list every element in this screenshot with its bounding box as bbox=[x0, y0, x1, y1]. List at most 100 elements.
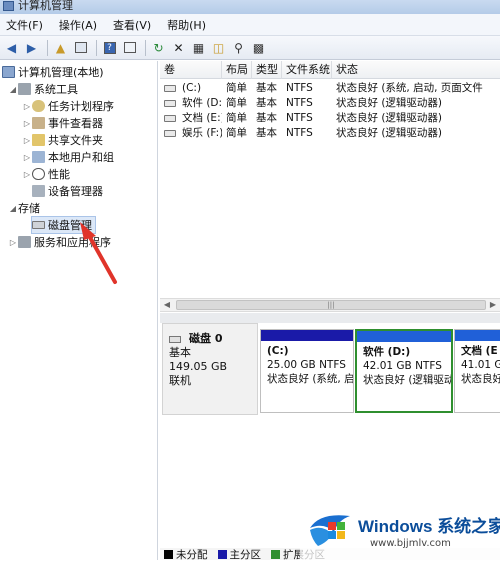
partition-size: 41.01 GB N bbox=[461, 359, 500, 371]
view-icon[interactable]: ▩ bbox=[250, 39, 267, 56]
expand-icon[interactable]: ▷ bbox=[22, 153, 32, 162]
menu-help[interactable]: 帮助(H) bbox=[167, 17, 206, 33]
delete-icon[interactable]: ✕ bbox=[170, 39, 187, 56]
horizontal-scrollbar[interactable]: ◀ ||| ▶ bbox=[160, 298, 500, 312]
toolbar: ◀ ▶ ▲ ? ↻ ✕ ▦ ◫ ⚲ ▩ bbox=[0, 36, 500, 60]
menu-view[interactable]: 查看(V) bbox=[113, 17, 151, 33]
up-folder-icon[interactable]: ▲ bbox=[52, 39, 69, 56]
scroll-left-icon[interactable]: ◀ bbox=[160, 299, 174, 311]
legend-primary: 主分区 bbox=[229, 548, 262, 561]
volume-type: 基本 bbox=[256, 112, 277, 124]
volume-filesystem: NTFS bbox=[286, 82, 313, 94]
partition-title: 软件 (D:) bbox=[363, 346, 411, 358]
legend-swatch-unallocated bbox=[164, 549, 173, 559]
volume-icon bbox=[164, 85, 176, 92]
partition-status: 状态良好 (系统, 启 bbox=[267, 373, 353, 385]
partition-title: (C:) bbox=[267, 345, 289, 357]
expand-icon[interactable]: ▷ bbox=[8, 238, 18, 247]
tree-item-root[interactable]: 计算机管理(本地) bbox=[2, 64, 104, 80]
scroll-thumb[interactable]: ||| bbox=[176, 300, 486, 310]
properties-panel-icon[interactable] bbox=[121, 39, 138, 56]
tree-item-task-scheduler[interactable]: ▷ 任务计划程序 bbox=[22, 98, 114, 114]
disk-size: 149.05 GB bbox=[169, 360, 228, 373]
window-title: 计算机管理 bbox=[18, 0, 73, 12]
computer-icon bbox=[2, 66, 15, 78]
tree-item-services[interactable]: ▷ 服务和应用程序 bbox=[8, 234, 111, 250]
computer-management-icon bbox=[3, 1, 14, 11]
tree-item-event-viewer[interactable]: ▷ 事件查看器 bbox=[22, 115, 103, 131]
column-layout[interactable]: 布局 bbox=[222, 61, 252, 79]
tree-item-device-manager[interactable]: 设备管理器 bbox=[32, 183, 103, 199]
volume-row[interactable]: (C:) 简单 基本 NTFS 状态良好 (系统, 启动, 页面文件 bbox=[160, 81, 500, 96]
legend-unallocated: 未分配 bbox=[176, 548, 208, 561]
partition-e[interactable]: 文档 (E 41.01 GB N 状态良好 bbox=[454, 329, 500, 413]
collapse-icon[interactable]: ◢ bbox=[8, 85, 18, 94]
partition-d[interactable]: 软件 (D:) 42.01 GB NTFS 状态良好 (逻辑驱动 bbox=[355, 329, 453, 413]
volume-layout: 简单 bbox=[226, 97, 247, 109]
open-icon[interactable]: ◫ bbox=[210, 39, 227, 56]
volume-list: 卷 布局 类型 文件系统 状态 (C:) 简单 基本 NTFS 状态良好 (系统… bbox=[160, 61, 500, 301]
device-manager-icon bbox=[32, 185, 45, 197]
volume-type: 基本 bbox=[256, 97, 277, 109]
partition-bar bbox=[261, 330, 353, 341]
volume-name: 娱乐 (F:) bbox=[182, 127, 222, 139]
show-tree-icon[interactable] bbox=[72, 39, 89, 56]
volume-name: 软件 (D:) bbox=[182, 97, 222, 109]
disk-0-info[interactable]: 磁盘 0 基本 149.05 GB 联机 bbox=[162, 323, 258, 415]
volume-row[interactable]: 软件 (D:) 简单 基本 NTFS 状态良好 (逻辑驱动器) bbox=[160, 96, 500, 111]
back-icon[interactable]: ◀ bbox=[3, 39, 20, 56]
toolbar-separator bbox=[145, 39, 146, 56]
volume-name: (C:) bbox=[182, 82, 202, 94]
scroll-right-icon[interactable]: ▶ bbox=[486, 299, 500, 311]
volume-icon bbox=[164, 115, 176, 122]
collapse-icon[interactable]: ◢ bbox=[8, 204, 18, 213]
tree-item-local-users[interactable]: ▷ 本地用户和组 bbox=[22, 149, 114, 165]
expand-icon[interactable]: ▷ bbox=[22, 136, 32, 145]
tree-item-shared-folders[interactable]: ▷ 共享文件夹 bbox=[22, 132, 103, 148]
tree-item-storage[interactable]: ◢ 存储 bbox=[8, 200, 40, 216]
windows-logo-icon bbox=[310, 515, 350, 546]
volume-layout: 简单 bbox=[226, 82, 247, 94]
partition-c[interactable]: (C:) 25.00 GB NTFS 状态良好 (系统, 启 bbox=[260, 329, 354, 413]
event-log-icon bbox=[32, 117, 45, 129]
volume-row[interactable]: 娱乐 (F:) 简单 基本 NTFS 状态良好 (逻辑驱动器) bbox=[160, 126, 500, 141]
partition-status: 状态良好 bbox=[461, 373, 500, 385]
watermark-brand: Windows 系统之家 bbox=[358, 517, 500, 536]
partition-status: 状态良好 (逻辑驱动 bbox=[363, 374, 451, 386]
volume-icon bbox=[164, 100, 176, 107]
disk-type: 基本 bbox=[169, 346, 191, 359]
forward-icon[interactable]: ▶ bbox=[23, 39, 40, 56]
volume-list-header: 卷 布局 类型 文件系统 状态 bbox=[160, 61, 500, 79]
toolbar-separator bbox=[96, 39, 97, 56]
disk-view-gap bbox=[160, 313, 500, 323]
partition-title: 文档 (E bbox=[461, 345, 498, 357]
volume-filesystem: NTFS bbox=[286, 97, 313, 109]
partition-size: 42.01 GB NTFS bbox=[363, 360, 442, 372]
menu-action[interactable]: 操作(A) bbox=[59, 17, 97, 33]
refresh-icon[interactable]: ↻ bbox=[150, 39, 167, 56]
volume-row[interactable]: 文档 (E:) 简单 基本 NTFS 状态良好 (逻辑驱动器) bbox=[160, 111, 500, 126]
site-watermark: Windows 系统之家 www.bjjmlv.com bbox=[300, 498, 500, 560]
column-status[interactable]: 状态 bbox=[332, 61, 500, 79]
tree-item-performance[interactable]: ▷ 性能 bbox=[22, 166, 70, 182]
expand-icon[interactable]: ▷ bbox=[22, 102, 32, 111]
shared-folder-icon bbox=[32, 134, 45, 146]
disk-status: 联机 bbox=[169, 374, 191, 387]
disk-icon bbox=[169, 335, 181, 343]
disk-name: 磁盘 0 bbox=[189, 332, 223, 345]
properties-icon[interactable]: ▦ bbox=[190, 39, 207, 56]
tree-item-disk-management[interactable]: 磁盘管理 bbox=[31, 216, 96, 234]
column-filesystem[interactable]: 文件系统 bbox=[282, 61, 332, 79]
partition-size: 25.00 GB NTFS bbox=[267, 359, 346, 371]
volume-filesystem: NTFS bbox=[286, 127, 313, 139]
expand-icon[interactable]: ▷ bbox=[22, 119, 32, 128]
expand-icon[interactable]: ▷ bbox=[22, 170, 32, 179]
column-type[interactable]: 类型 bbox=[252, 61, 282, 79]
column-volume[interactable]: 卷 bbox=[160, 61, 222, 79]
menu-file[interactable]: 文件(F) bbox=[6, 17, 43, 33]
search-icon[interactable]: ⚲ bbox=[230, 39, 247, 56]
help-icon[interactable]: ? bbox=[101, 39, 118, 56]
tree-item-system-tools[interactable]: ◢ 系统工具 bbox=[8, 81, 78, 97]
volume-status: 状态良好 (系统, 启动, 页面文件 bbox=[336, 82, 483, 94]
volume-icon bbox=[164, 130, 176, 137]
